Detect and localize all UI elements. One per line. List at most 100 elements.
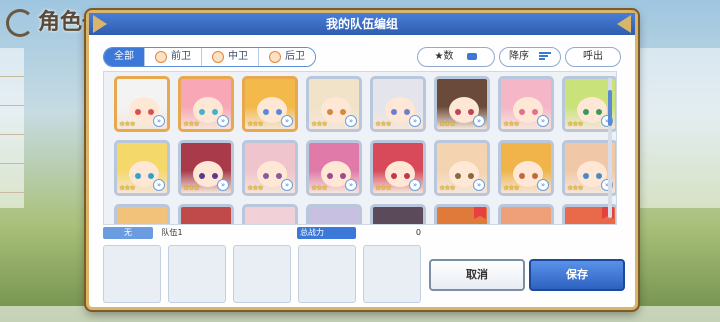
tab-all-label: 全部 [114, 51, 134, 62]
position-chevron-icon: » [281, 179, 293, 191]
character-eye [212, 109, 218, 115]
character-eye [276, 109, 282, 115]
character-eye [212, 173, 218, 179]
character-card[interactable]: ★★★ » [434, 76, 490, 132]
character-card[interactable] [242, 204, 298, 224]
character-eye [327, 109, 333, 115]
dialog-title: 我的队伍编组 [325, 17, 398, 31]
star-rating: ★★★ [567, 120, 584, 128]
character-eye [199, 173, 205, 179]
scrollbar-thumb[interactable] [608, 90, 612, 126]
character-card[interactable]: ★★★ » [178, 76, 234, 132]
team-edit-dialog: 我的队伍编组 全部 前卫 中卫 后卫 ★数 降序 呼出 ★★★ » ★★★ » ★★★ »… [86, 10, 638, 310]
tab-all[interactable]: 全部 [104, 48, 145, 66]
character-card[interactable]: ★★★ » [498, 76, 554, 132]
star-rating: ★★★ [247, 120, 264, 128]
tab-back[interactable]: 后卫 [259, 48, 315, 66]
middle-icon [212, 51, 224, 63]
position-chevron-icon: » [473, 115, 485, 127]
character-eye [391, 109, 397, 115]
character-eye [583, 109, 589, 115]
character-card[interactable]: ★★★ » [306, 140, 362, 196]
character-eye [468, 173, 474, 179]
team-slot-1[interactable] [103, 245, 161, 303]
star-rating: ★★★ [439, 120, 456, 128]
position-chevron-icon: » [281, 115, 293, 127]
character-card[interactable] [434, 204, 490, 224]
character-eye [276, 173, 282, 179]
character-card[interactable]: ★★★ » [242, 140, 298, 196]
character-eye [519, 109, 525, 115]
star-rating: ★★★ [247, 184, 264, 192]
header-right-ornament [617, 15, 631, 33]
character-eye [199, 109, 205, 115]
character-card[interactable]: ★★★ » [498, 140, 554, 196]
character-card[interactable]: ★★★ » [242, 76, 298, 132]
position-chevron-icon: » [345, 179, 357, 191]
star-rating: ★★★ [375, 184, 392, 192]
character-eye [148, 173, 154, 179]
character-eye [583, 173, 589, 179]
team-slot-2[interactable] [168, 245, 226, 303]
position-chevron-icon: » [217, 179, 229, 191]
sort-order-button[interactable]: 降序 [499, 47, 561, 67]
sort-field-button[interactable]: ★数 [417, 47, 495, 67]
character-list: ★★★ » ★★★ » ★★★ » ★★★ » ★★★ » ★★★ » ★★★ » ★★★ » ★★★ » ★★★ »… [103, 71, 617, 225]
character-card[interactable]: ★★★ » [306, 76, 362, 132]
character-eye [327, 173, 333, 179]
character-card[interactable] [114, 204, 170, 224]
character-eye [519, 173, 525, 179]
team-slot-5[interactable] [363, 245, 421, 303]
sort-field-icon [467, 52, 478, 60]
position-chevron-icon: » [409, 179, 421, 191]
character-eye [404, 109, 410, 115]
position-chevron-icon: » [345, 115, 357, 127]
bg-right-panel [630, 48, 720, 208]
character-card[interactable] [498, 204, 554, 224]
character-eye [404, 173, 410, 179]
character-eye [263, 173, 269, 179]
character-card[interactable]: ★★★ » [114, 76, 170, 132]
call-out-button[interactable]: 呼出 [565, 47, 621, 67]
character-eye [455, 173, 461, 179]
cancel-button[interactable]: 取消 [429, 259, 525, 291]
swirl-icon [6, 9, 34, 37]
tab-front-label: 前卫 [171, 51, 191, 62]
character-card[interactable]: ★★★ » [370, 76, 426, 132]
character-card[interactable] [178, 204, 234, 224]
character-card[interactable] [370, 204, 426, 224]
bg-side-menu [0, 48, 24, 208]
back-icon [269, 51, 281, 63]
position-chevron-icon: » [537, 179, 549, 191]
sort-field-label: ★数 [434, 51, 454, 62]
star-rating: ★★★ [375, 120, 392, 128]
star-rating: ★★★ [119, 184, 136, 192]
star-rating: ★★★ [183, 120, 200, 128]
sort-order-label: 降序 [509, 51, 529, 62]
character-card[interactable]: ★★★ » [178, 140, 234, 196]
position-chevron-icon: » [473, 179, 485, 191]
power-label: 总战力 [297, 227, 356, 239]
position-chevron-icon: » [409, 115, 421, 127]
character-card[interactable]: ★★★ » [370, 140, 426, 196]
team-badge: 无 [103, 227, 153, 239]
front-icon [155, 51, 167, 63]
character-eye [340, 173, 346, 179]
position-chevron-icon: » [153, 115, 165, 127]
sort-order-icon [539, 51, 551, 62]
tab-middle[interactable]: 中卫 [202, 48, 259, 66]
character-list-scrollbar[interactable] [608, 78, 612, 218]
character-card[interactable] [306, 204, 362, 224]
character-eye [135, 173, 141, 179]
save-button[interactable]: 保存 [529, 259, 625, 291]
character-grid: ★★★ » ★★★ » ★★★ » ★★★ » ★★★ » ★★★ » ★★★ » ★★★ » ★★★ » ★★★ »… [114, 76, 616, 224]
tab-front[interactable]: 前卫 [145, 48, 202, 66]
character-card[interactable]: ★★★ » [114, 140, 170, 196]
team-slot-4[interactable] [298, 245, 356, 303]
character-eye [532, 173, 538, 179]
character-eye [391, 173, 397, 179]
star-rating: ★★★ [311, 120, 328, 128]
team-slot-3[interactable] [233, 245, 291, 303]
character-eye [455, 109, 461, 115]
character-card[interactable]: ★★★ » [434, 140, 490, 196]
